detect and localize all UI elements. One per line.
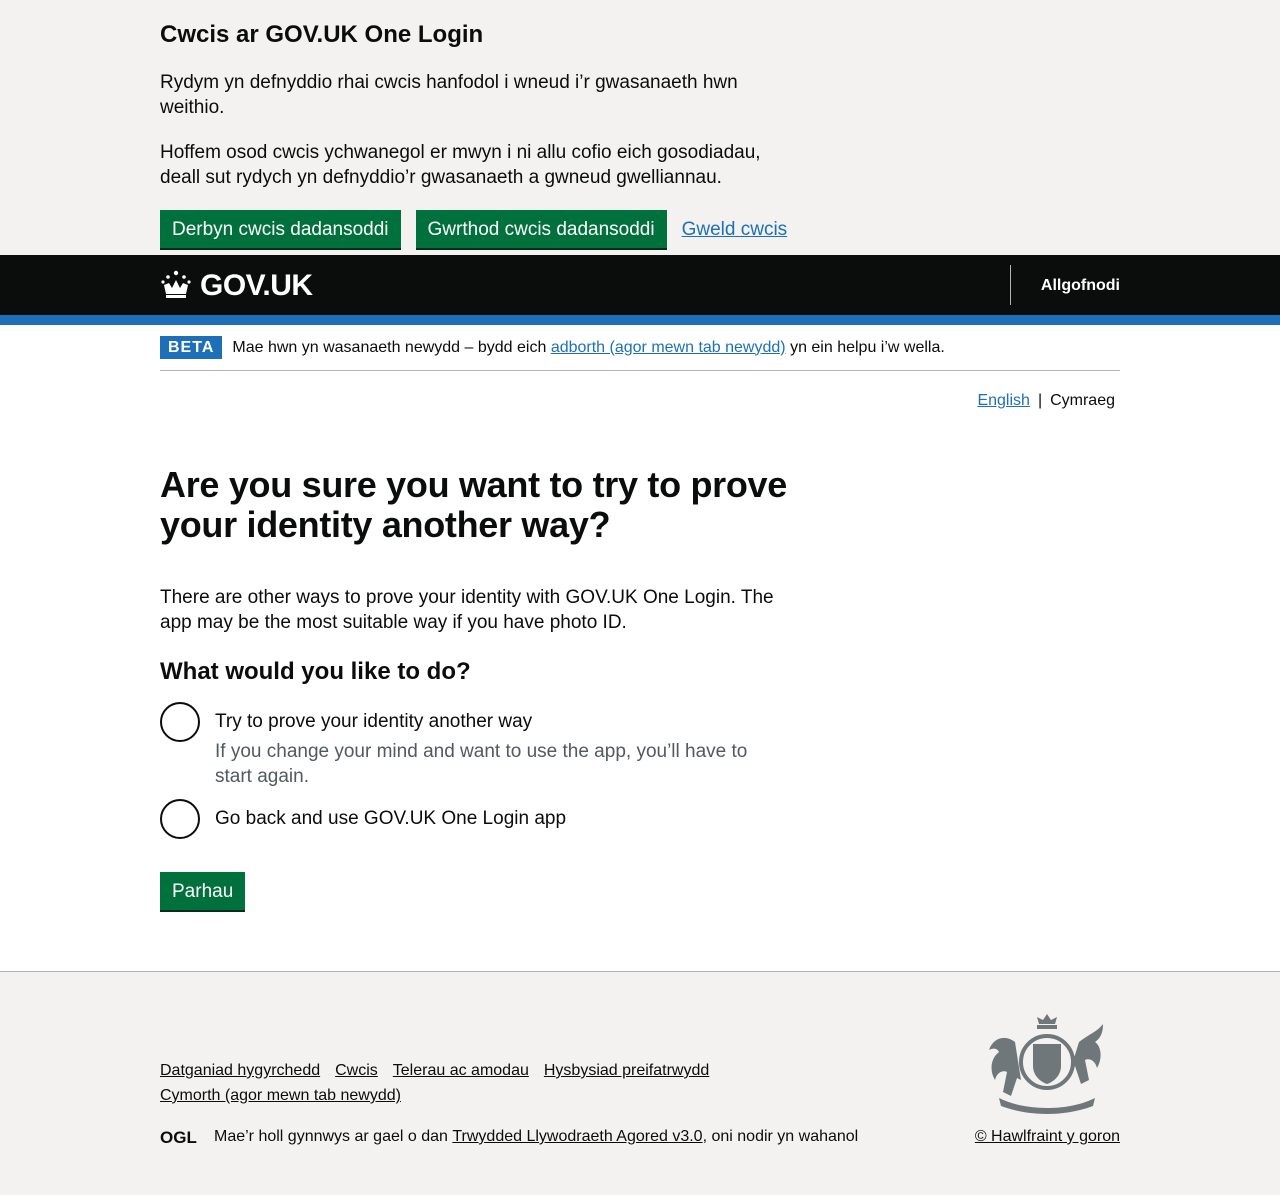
govuk-logo-link[interactable]: GOV.UK <box>160 270 313 300</box>
beta-tag: BETA <box>160 336 223 359</box>
svg-text:OGL: OGL <box>160 1128 197 1145</box>
footer-link-accessibility[interactable]: Datganiad hygyrchedd <box>160 1058 320 1083</box>
accept-cookies-button[interactable]: Derbyn cwcis dadansoddi <box>160 210 401 248</box>
radio-option-use-app[interactable]: Go back and use GOV.UK One Login app <box>160 799 1120 839</box>
cookie-actions: Derbyn cwcis dadansoddi Gwrthod cwcis da… <box>160 210 1120 248</box>
question-heading: What would you like to do? <box>160 658 471 685</box>
view-cookies-link[interactable]: Gweld cwcis <box>682 217 788 242</box>
royal-coat-of-arms-icon <box>989 1014 1103 1114</box>
language-separator: | <box>1037 392 1043 409</box>
radio-option-another-way[interactable]: Try to prove your identity another way I… <box>160 702 1120 789</box>
licence-text-after: , oni nodir yn wahanol <box>702 1128 859 1145</box>
radio-label[interactable]: Go back and use GOV.UK One Login app <box>215 806 566 831</box>
crown-icon <box>161 270 191 298</box>
cookie-banner: Cwcis ar GOV.UK One Login Rydym yn defny… <box>0 0 1280 255</box>
phase-banner-text: Mae hwn yn wasanaeth newydd – bydd eich … <box>232 338 944 358</box>
licence-link[interactable]: Trwydded Llywodraeth Agored v3.0 <box>452 1124 702 1149</box>
radio-hint: If you change your mind and want to use … <box>215 741 748 787</box>
page-title: Are you sure you want to try to prove yo… <box>160 464 788 545</box>
footer-links: Datganiad hygyrchedd Cwcis Telerau ac amod… <box>160 1058 760 1108</box>
footer-link-support[interactable]: Cymorth (agor mewn tab newydd) <box>160 1083 401 1108</box>
site-header: GOV.UK Allgofnodi <box>0 255 1280 325</box>
page-intro: There are other ways to prove your ident… <box>160 587 774 633</box>
site-footer: Datganiad hygyrchedd Cwcis Telerau ac amod… <box>0 971 1280 1195</box>
continue-button[interactable]: Parhau <box>160 872 246 910</box>
phase-text-before: Mae hwn yn wasanaeth newydd – bydd eich <box>232 338 547 356</box>
english-link[interactable]: English <box>977 388 1029 413</box>
footer-link-cookies[interactable]: Cwcis <box>335 1058 378 1083</box>
radio-button[interactable] <box>160 799 200 839</box>
licence-text-before: Mae’r holl gynnwys ar gael o dan <box>214 1128 448 1145</box>
copyright-link[interactable]: © Hawlfraint y goron <box>975 1124 1120 1149</box>
cymraeg-current: Cymraeg <box>1050 392 1115 409</box>
radio-button[interactable] <box>160 702 200 742</box>
feedback-link[interactable]: adborth (agor mewn tab newydd) <box>551 339 786 356</box>
cookie-banner-title: Cwcis ar GOV.UK One Login <box>160 21 484 48</box>
footer-link-privacy[interactable]: Hysbysiad preifatrwydd <box>544 1058 709 1083</box>
reject-cookies-button[interactable]: Gwrthod cwcis dadansoddi <box>415 210 667 248</box>
phase-text-after: yn ein helpu i’w wella. <box>790 338 945 356</box>
cookie-banner-text: Hoffem osod cwcis ychwanegol er mwyn i n… <box>160 142 761 188</box>
main-content: Are you sure you want to try to prove yo… <box>160 413 1120 910</box>
ogl-logo-icon: OGL <box>160 1128 197 1145</box>
footer-licence: OGL Mae’r holl gynnwys ar gael o dan Trw… <box>160 1124 858 1149</box>
radio-label[interactable]: Try to prove your identity another way <box>215 709 785 734</box>
phase-banner: BETA Mae hwn yn wasanaeth newydd – bydd … <box>160 325 1120 371</box>
cookie-banner-text: Rydym yn defnyddio rhai cwcis hanfodol i… <box>160 72 738 118</box>
footer-link-terms[interactable]: Telerau ac amodau <box>393 1058 529 1083</box>
logo-text: GOV.UK <box>200 268 313 302</box>
language-toggle: English | Cymraeg <box>160 388 1120 413</box>
signout-wrap: Allgofnodi <box>1009 265 1120 305</box>
signout-link[interactable]: Allgofnodi <box>1041 273 1120 298</box>
